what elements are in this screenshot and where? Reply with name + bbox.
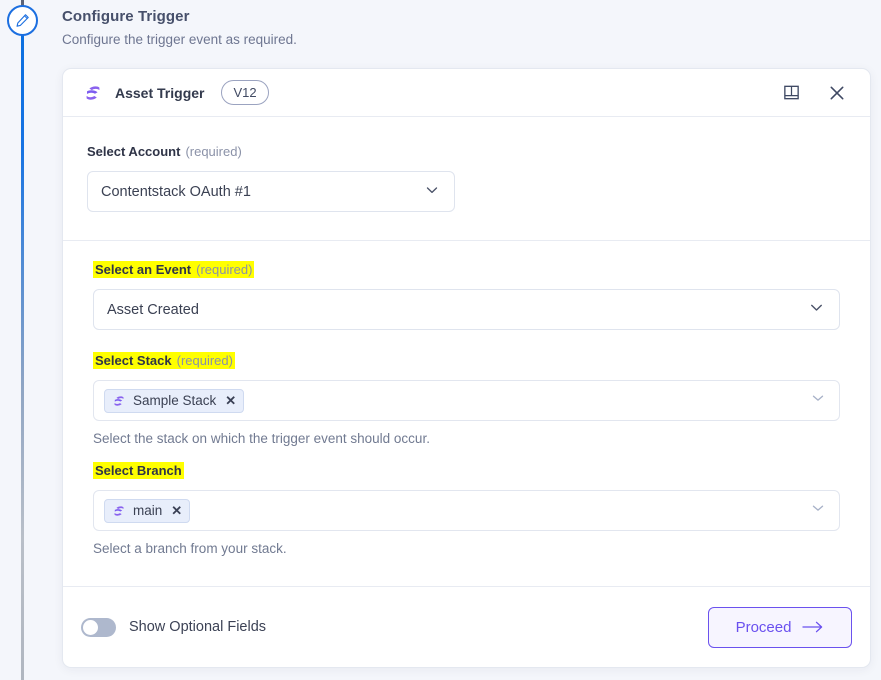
trigger-fields-section: Select an Event (required) Asset Created … — [63, 241, 870, 578]
arrow-right-icon — [802, 620, 824, 634]
proceed-button-label: Proceed — [735, 618, 792, 636]
stack-required-text: (required) — [176, 353, 233, 368]
stack-helper-text: Select the stack on which the trigger ev… — [93, 431, 430, 446]
account-label-text: Select Account — [87, 144, 181, 159]
documentation-button[interactable] — [774, 76, 808, 110]
stack-select[interactable]: Sample Stack ✕ — [93, 380, 840, 421]
event-label-highlight: Select an Event (required) — [93, 261, 255, 278]
account-section: Select Account (required) Contentstack OA… — [63, 117, 870, 241]
event-select-value: Asset Created — [107, 301, 199, 318]
page-heading-block: Configure Trigger Configure the trigger … — [62, 8, 562, 47]
event-field-group: Select an Event (required) Asset Created — [93, 261, 840, 330]
stack-chip-label: Sample Stack — [133, 393, 217, 408]
contentstack-logo-icon — [112, 504, 126, 518]
account-select[interactable]: Contentstack OAuth #1 — [87, 171, 455, 212]
stack-label-text: Select Stack — [95, 353, 172, 368]
trigger-config-card: Asset Trigger V12 Select Account(requir — [62, 68, 871, 668]
stack-chip[interactable]: Sample Stack ✕ — [104, 388, 245, 413]
stack-field-group: Select Stack (required) Sample Stack ✕ S… — [93, 352, 840, 446]
stack-chip-remove-icon[interactable]: ✕ — [225, 394, 236, 407]
page-title: Configure Trigger — [62, 8, 190, 25]
close-icon — [827, 83, 847, 103]
branch-chip[interactable]: main ✕ — [104, 498, 191, 523]
toggle-knob — [83, 619, 98, 635]
proceed-button[interactable]: Proceed — [708, 606, 852, 648]
trigger-step-node[interactable] — [7, 5, 38, 36]
card-title: Asset Trigger — [115, 84, 205, 101]
version-badge: V12 — [221, 80, 269, 105]
branch-chip-label: main — [133, 503, 163, 518]
branch-chip-remove-icon[interactable]: ✕ — [171, 504, 182, 517]
branch-label-text: Select Branch — [95, 463, 182, 478]
stack-field-label: Select Stack (required) — [93, 352, 235, 369]
contentstack-logo-icon — [112, 394, 126, 408]
branch-field-group: Select Branch main ✕ Select a branch fro… — [93, 462, 840, 556]
account-field-label: Select Account (required) — [87, 143, 242, 160]
card-footer: Show Optional Fields Proceed — [63, 586, 870, 667]
chevron-down-icon — [423, 181, 441, 203]
account-required-text: (required) — [185, 144, 242, 159]
chevron-down-icon — [809, 389, 827, 412]
chevron-down-icon — [809, 499, 827, 522]
account-select-value: Contentstack OAuth #1 — [101, 183, 251, 200]
show-optional-fields-label: Show Optional Fields — [129, 619, 267, 635]
event-label-text: Select an Event — [95, 262, 192, 277]
rail-line-connector — [21, 30, 24, 680]
contentstack-logo-icon — [83, 83, 103, 103]
stack-label-highlight: Select Stack (required) — [93, 352, 235, 369]
page-subtitle: Configure the trigger event as required. — [62, 32, 297, 47]
branch-field-label: Select Branch — [93, 462, 184, 479]
branch-label-highlight: Select Branch — [93, 462, 184, 479]
pencil-icon — [15, 13, 30, 28]
close-button[interactable] — [820, 76, 854, 110]
workflow-rail — [0, 0, 46, 680]
chevron-down-icon — [807, 298, 826, 321]
branch-helper-text: Select a branch from your stack. — [93, 541, 287, 556]
show-optional-fields-toggle[interactable] — [81, 617, 116, 637]
event-select[interactable]: Asset Created — [93, 289, 840, 330]
event-required-text: (required) — [196, 262, 253, 277]
book-icon — [782, 83, 801, 102]
card-header: Asset Trigger V12 — [63, 69, 870, 117]
branch-select[interactable]: main ✕ — [93, 490, 840, 531]
event-field-label: Select an Event (required) — [93, 261, 255, 278]
